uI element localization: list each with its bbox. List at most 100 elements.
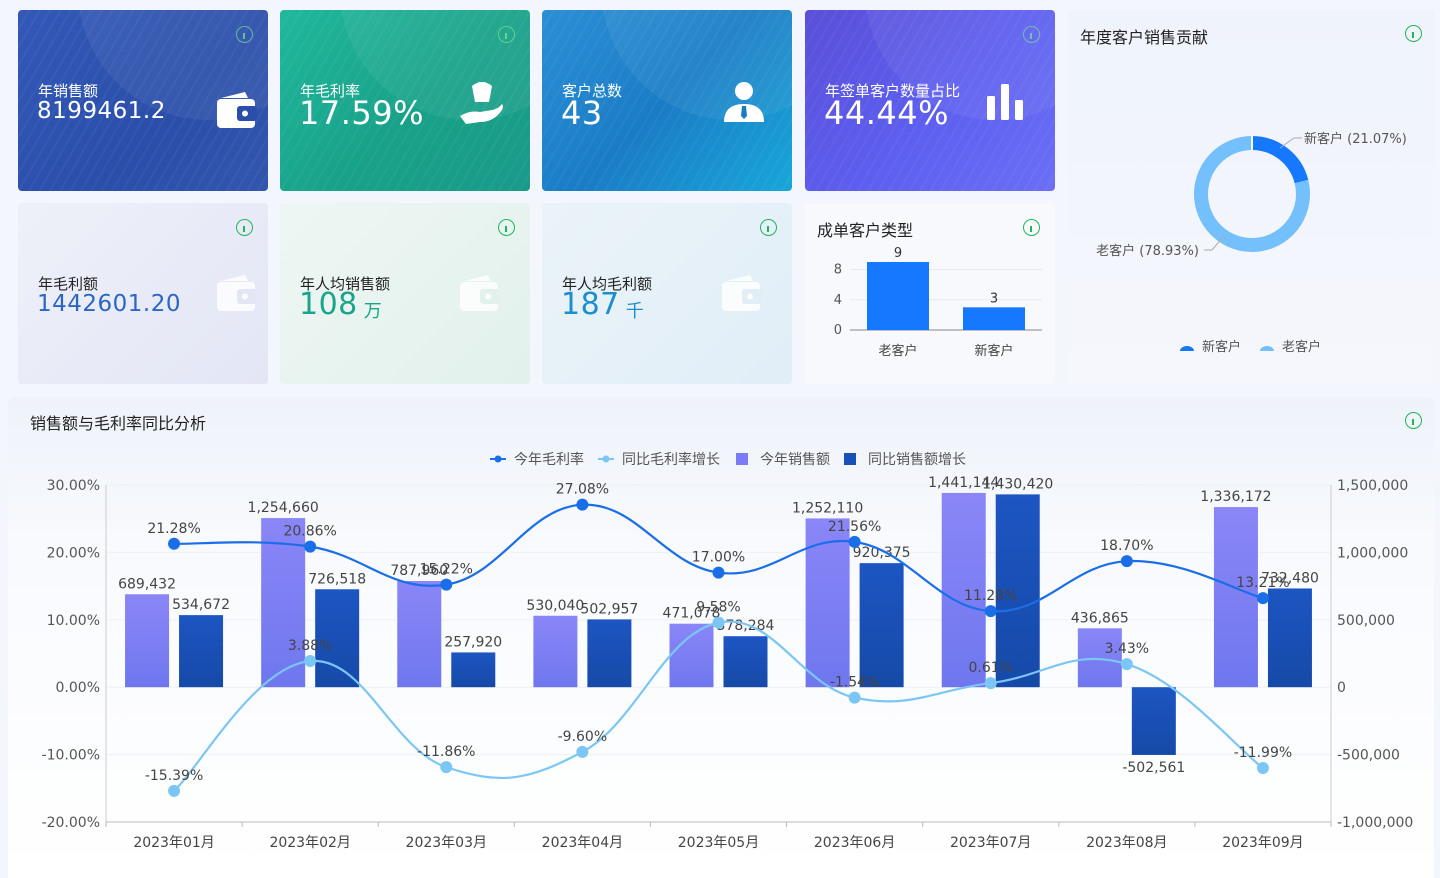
y-right-tick-label: 0 bbox=[1337, 680, 1346, 696]
kpi-card-annual-sales: 年销售额 8199461.2 bbox=[18, 10, 268, 191]
info-icon[interactable] bbox=[1023, 219, 1040, 236]
series-point bbox=[168, 784, 181, 797]
line-data-label: -15.39% bbox=[145, 768, 203, 784]
info-icon[interactable] bbox=[498, 219, 515, 236]
y-left-tick-label: -10.00% bbox=[42, 748, 100, 764]
line-data-label: 18.70% bbox=[1100, 538, 1153, 554]
y-tick-label: 4 bbox=[834, 293, 842, 308]
info-icon[interactable] bbox=[1023, 26, 1040, 43]
line-data-label: 20.86% bbox=[283, 524, 336, 540]
series-point bbox=[168, 537, 181, 550]
donut-slice bbox=[1251, 136, 1309, 184]
x-tick-label: 2023年05月 bbox=[678, 835, 759, 851]
y-left-tick-label: 30.00% bbox=[47, 478, 100, 494]
wallet-icon bbox=[722, 275, 762, 311]
legend-marker-dot bbox=[602, 455, 610, 463]
bar-data-label: 726,518 bbox=[308, 571, 366, 587]
analysis-panel: 销售额与毛利率同比分析 -20.00% -10.00% 0.00% 10.00% 20.… bbox=[8, 397, 1434, 878]
legend-label: 新客户 bbox=[1202, 339, 1241, 355]
y-left-tick-label: 0.00% bbox=[56, 680, 100, 696]
bar bbox=[125, 594, 170, 688]
kpi-card-total-customers: 客户总数 43 bbox=[542, 10, 792, 191]
data-label: 3 bbox=[990, 291, 998, 306]
bar bbox=[805, 518, 850, 688]
wallet-icon bbox=[460, 275, 500, 311]
info-icon[interactable] bbox=[236, 219, 253, 236]
line-data-label: -11.99% bbox=[1234, 745, 1292, 761]
y-right-tick-label: 1,000,000 bbox=[1337, 545, 1408, 561]
bar-data-label: 257,920 bbox=[444, 634, 502, 650]
y-tick-label: 8 bbox=[834, 263, 842, 278]
bar-data-label: 1,430,420 bbox=[982, 476, 1053, 492]
bar-data-label: 1,252,110 bbox=[792, 500, 863, 516]
info-icon[interactable] bbox=[1405, 412, 1422, 429]
kpi-number: 1442601.20 bbox=[37, 291, 182, 317]
bar bbox=[963, 307, 1025, 330]
user-icon bbox=[724, 82, 764, 122]
bar bbox=[179, 615, 224, 688]
line-data-label: 21.28% bbox=[147, 521, 200, 537]
data-label: 9 bbox=[894, 246, 902, 261]
wallet-icon bbox=[217, 92, 257, 128]
bar bbox=[1267, 588, 1312, 688]
y-left-tick-label: 20.00% bbox=[47, 545, 100, 561]
kpi-value: 1442601.20 bbox=[37, 291, 181, 317]
info-icon[interactable] bbox=[236, 26, 253, 43]
kpi-card-avg-gross-profit: 年人均毛利额 187 千 bbox=[542, 203, 792, 384]
x-tick-label: 2023年07月 bbox=[950, 835, 1031, 851]
line-data-label: 3.43% bbox=[1105, 641, 1149, 657]
bar bbox=[669, 623, 714, 688]
wallet-icon bbox=[217, 275, 257, 311]
series-point bbox=[848, 691, 861, 704]
legend-label: 同比毛利率增长 bbox=[622, 451, 720, 468]
y-right-tick-label: 500,000 bbox=[1337, 613, 1395, 629]
kpi-unit: 万 bbox=[363, 301, 383, 322]
info-icon[interactable] bbox=[1405, 25, 1422, 42]
bar-data-label: 1,336,172 bbox=[1200, 489, 1271, 505]
bar-data-label: 534,672 bbox=[172, 597, 230, 613]
series-point bbox=[1120, 555, 1133, 568]
line-data-label: 27.08% bbox=[556, 482, 609, 498]
series-point bbox=[304, 540, 317, 553]
deal-type-panel: 成单客户类型 0 4 8 9 老客户 3 新客户 bbox=[805, 203, 1055, 384]
series-point bbox=[1120, 658, 1133, 671]
line-data-label: 11.28% bbox=[964, 588, 1017, 604]
bar-data-label: 436,865 bbox=[1071, 610, 1129, 626]
bar-data-label: 502,957 bbox=[580, 601, 638, 617]
line-data-label: 15.22% bbox=[420, 562, 473, 578]
bar bbox=[587, 619, 632, 688]
kpi-number: 108 bbox=[299, 287, 358, 322]
y-tick-label: 0 bbox=[834, 323, 842, 338]
kpi-value: 17.59% bbox=[299, 94, 425, 132]
bar-data-label: -502,561 bbox=[1122, 760, 1185, 776]
kpi-value: 8199461.2 bbox=[37, 98, 166, 124]
bar-data-label: 378,284 bbox=[717, 618, 775, 634]
legend-marker bbox=[736, 453, 748, 465]
kpi-value: 187 千 bbox=[561, 287, 644, 322]
legend-label: 老客户 bbox=[1282, 339, 1321, 355]
slice-label: 老客户 (78.93%) bbox=[1096, 243, 1199, 259]
info-icon[interactable] bbox=[498, 26, 515, 43]
info-icon[interactable] bbox=[760, 219, 777, 236]
x-tick-label: 2023年04月 bbox=[542, 835, 623, 851]
series-point bbox=[1256, 592, 1269, 605]
line-data-label: -1.54% bbox=[830, 675, 880, 691]
x-tick-label: 2023年09月 bbox=[1222, 835, 1303, 851]
bar bbox=[859, 563, 904, 688]
x-tick-label: 2023年02月 bbox=[269, 835, 350, 851]
legend-marker bbox=[1180, 346, 1194, 351]
bar-chart-icon bbox=[987, 84, 1023, 120]
bar-data-label: 1,254,660 bbox=[248, 500, 319, 516]
legend-label: 今年毛利率 bbox=[514, 451, 584, 468]
bar bbox=[451, 652, 496, 688]
series-point bbox=[576, 498, 589, 511]
legend-label: 同比销售额增长 bbox=[868, 452, 966, 468]
line-data-label: 13.21% bbox=[1236, 575, 1289, 591]
sales-margin-chart: -20.00% -10.00% 0.00% 10.00% 20.00% 30.00% -1,… bbox=[42, 451, 1414, 851]
bar-data-label: 530,040 bbox=[526, 598, 584, 614]
contribution-donut-chart: 新客户 (21.07%) 老客户 (78.93%) 新客户 老客户 bbox=[1096, 131, 1407, 355]
kpi-card-gross-margin-rate: 年毛利率 17.59% bbox=[280, 10, 530, 191]
y-right-tick-label: -1,000,000 bbox=[1337, 815, 1413, 831]
x-tick-label: 老客户 bbox=[878, 343, 917, 359]
legend-marker bbox=[1260, 346, 1274, 351]
